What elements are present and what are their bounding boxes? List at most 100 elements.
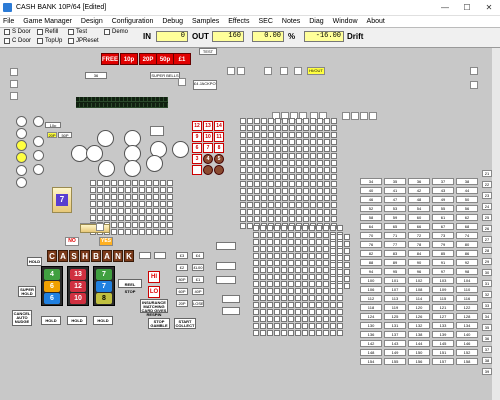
menu-configuration[interactable]: Configuration <box>112 18 154 25</box>
hold-label: HOLD <box>27 257 42 266</box>
stake-50p[interactable]: 50p <box>156 53 174 65</box>
demo-checkbox[interactable]: Demo <box>104 29 128 35</box>
menu-sec[interactable]: SEC <box>259 18 273 25</box>
small-box <box>222 307 240 315</box>
reel-symbol: 10 <box>70 293 86 304</box>
yes-button[interactable]: YES <box>99 237 113 246</box>
value-light <box>86 145 103 162</box>
vertical-scrollbar[interactable] <box>492 48 500 400</box>
number-cell: 110 <box>456 286 478 293</box>
test-checkbox[interactable]: Test <box>68 29 87 35</box>
number-cell: 126 <box>408 313 430 320</box>
menu-diag[interactable]: Diag <box>309 18 323 25</box>
lamp <box>10 92 18 100</box>
number-cell: 90 <box>408 259 430 266</box>
ladder-value: £2 <box>176 264 188 271</box>
stake-1pound[interactable]: £1 <box>173 53 191 65</box>
menu-samples[interactable]: Samples <box>192 18 219 25</box>
menu-file[interactable]: File <box>3 18 14 25</box>
stake-free[interactable]: FREE <box>101 53 119 65</box>
menu-design[interactable]: Design <box>81 18 103 25</box>
hold-button-2[interactable]: HOLD <box>67 316 87 325</box>
trail-number <box>203 165 213 175</box>
number-cell: 34 <box>360 178 382 185</box>
topup-checkbox[interactable]: TopUp <box>37 38 62 44</box>
menu-about[interactable]: About <box>367 18 385 25</box>
lamp <box>264 67 272 75</box>
light <box>16 165 27 176</box>
hold-button-1[interactable]: HOLD <box>41 316 61 325</box>
number-cell: 40 <box>360 187 382 194</box>
out-label: OUT <box>192 32 209 41</box>
refill-checkbox[interactable]: Refill <box>37 29 58 35</box>
column-cell: 33 <box>482 302 492 309</box>
number-cell: 50 <box>456 196 478 203</box>
lamp <box>178 78 186 86</box>
light <box>33 150 44 161</box>
number-cell: 98 <box>456 268 478 275</box>
menu-debug[interactable]: Debug <box>162 18 183 25</box>
number-cell: 74 <box>456 232 478 239</box>
percent-meter: 0.00 <box>252 31 284 42</box>
trail-number: 4 <box>203 154 213 164</box>
number-cell: 96 <box>408 268 430 275</box>
number-cell: 140 <box>456 331 478 338</box>
small-box <box>222 295 240 303</box>
number-cell: 136 <box>360 331 382 338</box>
value-light <box>98 160 115 177</box>
lamp <box>280 67 288 75</box>
number-cell: 156 <box>408 358 430 365</box>
menu-effects[interactable]: Effects <box>228 18 249 25</box>
jpreset-label: JPReset <box>76 38 99 44</box>
reel-stop-button[interactable]: REEL STOP <box>118 279 142 294</box>
no-button[interactable]: NO <box>65 237 79 246</box>
number-cell: 115 <box>432 295 454 302</box>
cancel-auto-nudge-button[interactable]: CANCEL AUTO NUDGE <box>12 310 32 326</box>
s-door-checkbox[interactable]: S Door <box>4 29 31 35</box>
number-cell: 68 <box>456 223 478 230</box>
menu-window[interactable]: Window <box>333 18 358 25</box>
number-cell: 77 <box>384 241 406 248</box>
number-cell: 150 <box>408 349 430 356</box>
number-cell: 132 <box>408 322 430 329</box>
number-cell: 58 <box>360 214 382 221</box>
test-lamp[interactable]: TEST <box>199 48 217 55</box>
column-cell: 34 <box>482 313 492 320</box>
s-door-label: S Door <box>12 29 31 35</box>
ladder-value: 80P <box>176 276 188 283</box>
light <box>33 136 44 147</box>
hold-button-3[interactable]: HOLD <box>93 316 113 325</box>
number-cell: 101 <box>384 277 406 284</box>
number-cell: 148 <box>360 349 382 356</box>
number-cell: 70 <box>360 232 382 239</box>
number-cell: 154 <box>360 358 382 365</box>
number-cell: 95 <box>384 268 406 275</box>
small-label <box>139 252 151 259</box>
stake-10p[interactable]: 10p <box>120 53 138 65</box>
value-light <box>172 141 189 158</box>
c-door-checkbox[interactable]: C Door <box>4 38 31 44</box>
jpreset-checkbox[interactable]: JPReset <box>68 38 99 44</box>
light <box>33 116 44 127</box>
number-cell: 138 <box>408 331 430 338</box>
checkbox-box <box>104 29 110 35</box>
maximize-button[interactable]: ☐ <box>456 0 478 16</box>
number-cell: 100 <box>360 277 382 284</box>
menu-notes[interactable]: Notes <box>282 18 300 25</box>
out-meter: 160 <box>212 31 244 42</box>
number-cell: 59 <box>384 214 406 221</box>
trail-number <box>214 165 224 175</box>
stop-gamble-button[interactable]: STOP GAMBLE <box>148 318 170 329</box>
light <box>16 177 27 188</box>
close-button[interactable]: ✕ <box>478 0 500 16</box>
checkbox-box <box>37 38 43 44</box>
menu-game-manager[interactable]: Game Manager <box>23 18 72 25</box>
start-collect-button[interactable]: START COLLECT <box>174 318 196 329</box>
cash-letter: S <box>69 250 79 262</box>
minimize-button[interactable]: — <box>434 0 456 16</box>
lamp <box>351 112 359 120</box>
number-cell: 60 <box>408 214 430 221</box>
super-hold-button[interactable]: SUPER HOLD <box>18 286 36 297</box>
stake-20p[interactable]: 20P <box>139 53 157 65</box>
small-box <box>216 262 236 270</box>
